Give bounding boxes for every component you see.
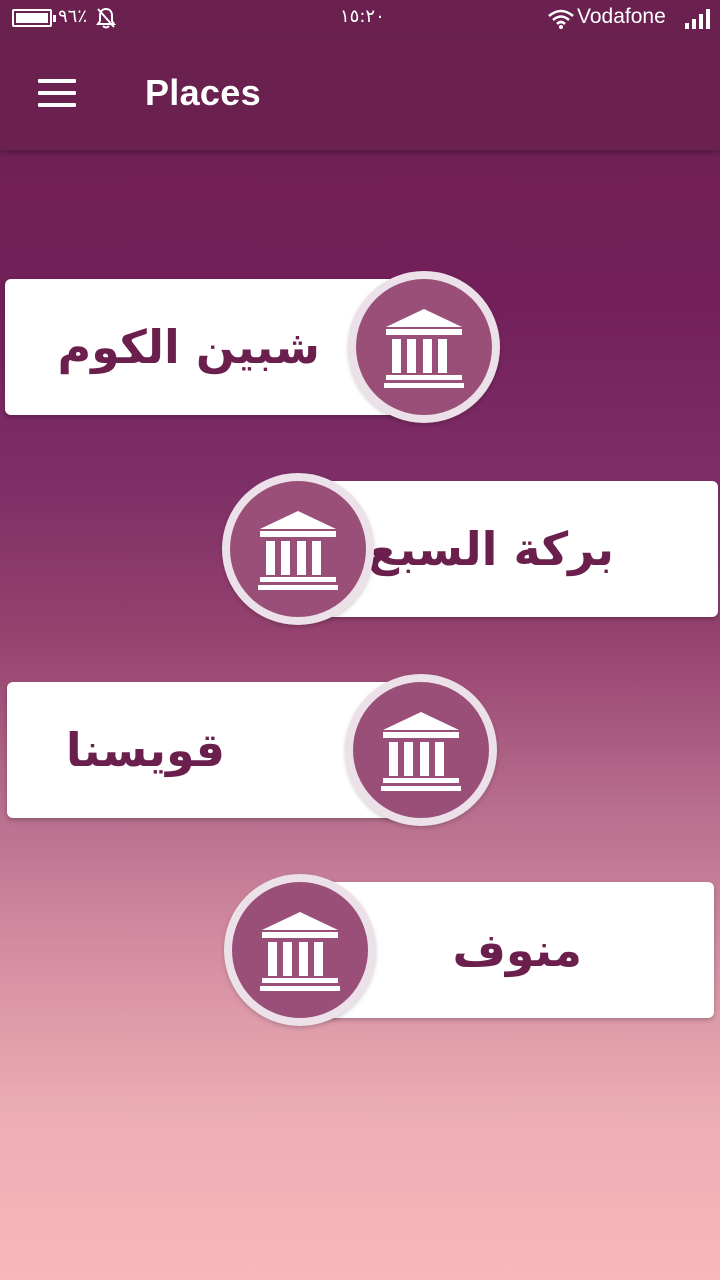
place-item-menouf[interactable]: منوف (224, 874, 714, 1026)
place-name: شبين الكوم (57, 320, 320, 374)
place-item-shebin-el-kom[interactable]: شبين الكوم (5, 271, 500, 423)
app-bar: Places (0, 38, 720, 150)
battery-percent: ٩٦٪ (58, 6, 88, 27)
museum-building-icon (224, 874, 376, 1026)
clock: ١٥:٢٠ (340, 6, 385, 27)
museum-building-icon (348, 271, 500, 423)
places-screen: ٩٦٪ ١٥:٢٠ Vodafone Places شبين الكوم برك… (0, 0, 720, 1280)
wifi-icon (547, 8, 575, 35)
place-name: بركة السبع (367, 522, 614, 576)
place-name: منوف (452, 923, 582, 977)
signal-icon (685, 9, 711, 34)
page-title: Places (145, 72, 261, 113)
hamburger-menu-icon[interactable] (24, 66, 88, 120)
status-bar: ٩٦٪ ١٥:٢٠ Vodafone (0, 0, 720, 38)
museum-building-icon (222, 473, 374, 625)
carrier-name: Vodafone (577, 5, 666, 28)
place-item-birket-el-sab[interactable]: بركة السبع (222, 473, 718, 625)
museum-building-icon (345, 674, 497, 826)
battery-icon (12, 9, 56, 27)
bell-off-icon (96, 7, 116, 34)
place-name: قويسنا (65, 723, 225, 777)
place-item-quesna[interactable]: قويسنا (7, 674, 497, 826)
